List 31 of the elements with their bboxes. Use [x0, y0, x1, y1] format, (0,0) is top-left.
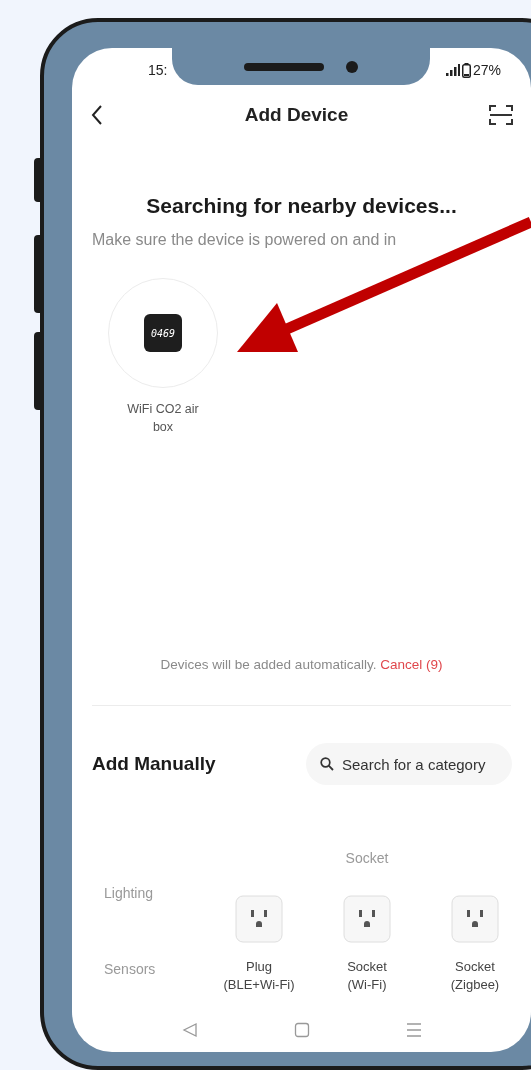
- menu-icon[interactable]: [405, 1022, 422, 1038]
- device-type-item[interactable]: Plug (BLE+Wi-Fi): [205, 895, 313, 994]
- device-type-item[interactable]: Socket (Zigbee): [421, 895, 529, 994]
- status-time: 15:: [148, 60, 168, 80]
- scan-icon[interactable]: [489, 104, 513, 126]
- battery-icon: [461, 62, 471, 78]
- battery-percent: 27%: [472, 60, 501, 80]
- search-icon: [320, 757, 334, 771]
- group-title: Socket: [344, 849, 390, 868]
- device-type-label: Plug (BLE+Wi-Fi): [223, 958, 295, 994]
- camera-icon: [346, 60, 358, 73]
- signal-icon: [445, 64, 460, 76]
- searching-heading: Searching for nearby devices...: [145, 194, 458, 218]
- speaker-icon: [244, 62, 324, 71]
- device-type-label: Socket (Zigbee): [450, 958, 500, 994]
- device-name: WiFi CO2 air box: [127, 401, 199, 436]
- socket-icon: [235, 895, 283, 943]
- searching-subtitle: Make sure the device is powered on and in: [91, 230, 398, 250]
- home-nav-icon[interactable]: [293, 1022, 310, 1038]
- section-title: Add Manually: [92, 751, 216, 776]
- socket-icon: [451, 895, 499, 943]
- auto-add-note: Devices will be added automatically. Cancel (9): [159, 656, 444, 674]
- socket-icon: [343, 895, 391, 943]
- page-title: Add Device: [244, 102, 349, 127]
- device-type-item[interactable]: Socket (Wi-Fi): [313, 895, 421, 994]
- category-search-field[interactable]: Search for a category: [306, 743, 512, 785]
- back-icon[interactable]: [90, 104, 104, 126]
- device-reading: 0469: [150, 326, 176, 341]
- back-nav-icon[interactable]: [181, 1022, 198, 1038]
- device-type-label: Socket (Wi-Fi): [347, 958, 387, 994]
- cancel-link[interactable]: Cancel (9): [380, 657, 443, 672]
